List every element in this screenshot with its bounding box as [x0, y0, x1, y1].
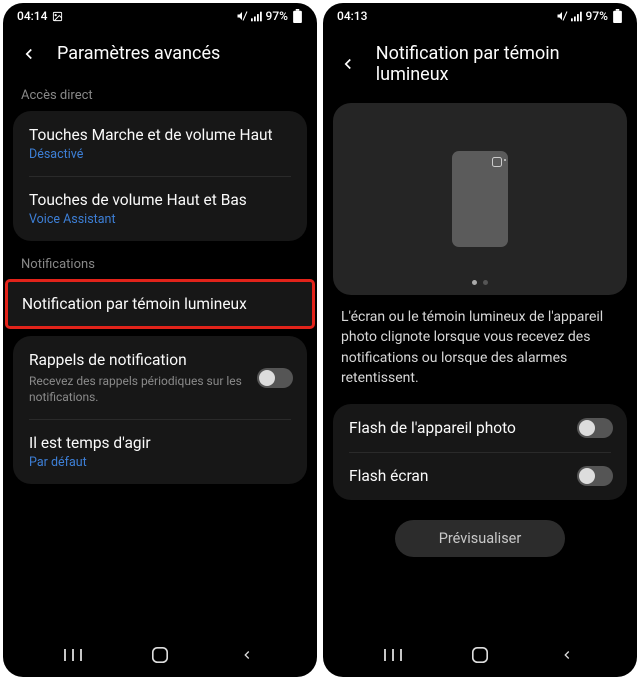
status-battery: 97%: [586, 9, 608, 23]
toggle-camera-flash[interactable]: [577, 418, 613, 438]
row-screen-flash[interactable]: Flash écran: [333, 452, 627, 500]
dot-active: [472, 280, 477, 285]
row-subtitle: Recevez des rappels périodiques sur les …: [29, 373, 249, 405]
card-flash-notification: Notification par témoin lumineux: [6, 280, 314, 328]
mute-icon: [556, 10, 568, 22]
row-camera-flash[interactable]: Flash de l'appareil photo: [333, 404, 627, 452]
nav-bar: [3, 633, 317, 677]
row-title: Notification par témoin lumineux: [22, 294, 298, 314]
page-title: Notification par témoin lumineux: [376, 43, 621, 85]
row-power-vol-up[interactable]: Touches Marche et de volume Haut Désacti…: [13, 111, 307, 176]
row-title: Rappels de notification: [29, 350, 249, 370]
nav-home[interactable]: [470, 645, 490, 665]
nav-bar: [323, 633, 637, 677]
back-button[interactable]: [339, 54, 358, 74]
app-header: Paramètres avancés: [3, 29, 317, 82]
screen-advanced-settings: 04:14 97% Paramètres avancés Accès direc…: [3, 3, 317, 677]
nav-home[interactable]: [150, 645, 170, 665]
back-button[interactable]: [19, 44, 39, 64]
row-vol-up-down[interactable]: Touches de volume Haut et Bas Voice Assi…: [13, 176, 307, 241]
battery-icon: [611, 10, 623, 22]
row-notification-reminders[interactable]: Rappels de notification Recevez des rapp…: [13, 336, 307, 419]
row-title: Flash écran: [349, 466, 569, 486]
nav-recents[interactable]: [383, 645, 403, 665]
row-title: Touches Marche et de volume Haut: [29, 125, 291, 145]
phone-mock-icon: [452, 151, 508, 247]
toggle-notification-reminders[interactable]: [257, 368, 293, 388]
row-title: Touches de volume Haut et Bas: [29, 190, 291, 210]
row-title: Il est temps d'agir: [29, 433, 291, 453]
row-title: Flash de l'appareil photo: [349, 418, 569, 438]
image-icon: [51, 10, 63, 22]
section-label-direct: Accès direct: [3, 82, 317, 111]
toggle-screen-flash[interactable]: [577, 466, 613, 486]
status-time: 04:14: [17, 9, 47, 23]
row-subtitle: Par défaut: [29, 455, 291, 470]
preview-illustration[interactable]: [333, 103, 627, 295]
row-time-to-act[interactable]: Il est temps d'agir Par défaut: [13, 419, 307, 484]
nav-back[interactable]: [237, 645, 257, 665]
screen-flash-notification: 04:13 97% Notification par témoin lumine…: [323, 3, 637, 677]
nav-back[interactable]: [557, 645, 577, 665]
page-title: Paramètres avancés: [57, 43, 220, 64]
description-text: L'écran ou le témoin lumineux de l'appar…: [323, 307, 637, 404]
card-notif-extra: Rappels de notification Recevez des rapp…: [13, 336, 307, 484]
card-direct-access: Touches Marche et de volume Haut Désacti…: [13, 111, 307, 241]
status-time: 04:13: [337, 9, 367, 23]
row-subtitle: Voice Assistant: [29, 212, 291, 227]
section-label-notifications: Notifications: [3, 251, 317, 280]
mute-icon: [236, 10, 248, 22]
signal-icon: [571, 10, 583, 22]
row-flash-notification[interactable]: Notification par témoin lumineux: [6, 280, 314, 328]
preview-button[interactable]: Prévisualiser: [395, 520, 565, 557]
battery-icon: [291, 10, 303, 22]
status-battery: 97%: [266, 9, 288, 23]
status-bar: 04:14 97%: [3, 3, 317, 29]
row-subtitle: Désactivé: [29, 147, 291, 162]
card-flash-options: Flash de l'appareil photo Flash écran: [333, 404, 627, 500]
app-header: Notification par témoin lumineux: [323, 29, 637, 103]
page-indicator: [472, 280, 488, 285]
status-bar: 04:13 97%: [323, 3, 637, 29]
nav-recents[interactable]: [63, 645, 83, 665]
signal-icon: [251, 10, 263, 22]
dot: [483, 280, 488, 285]
